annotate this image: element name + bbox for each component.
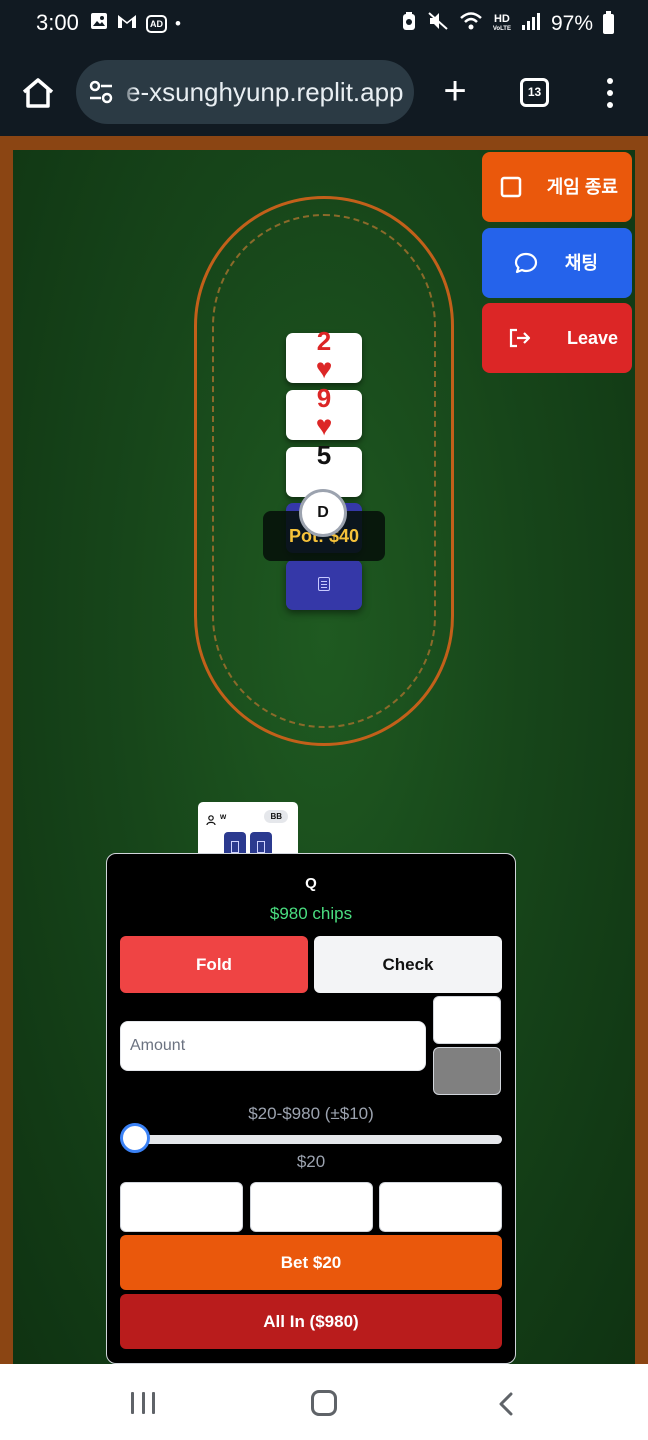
browser-toolbar: e-xsunghyunp.replit.app + 13 [0,50,648,136]
wifi-icon [459,11,483,36]
face-down-card [286,560,362,610]
dot-icon: • [175,13,181,33]
current-player-name: Q [305,875,317,892]
mute-icon [427,11,449,36]
more-menu-icon[interactable] [600,78,620,108]
preset-bet-button[interactable] [250,1182,373,1232]
leave-label: Leave [566,328,618,348]
bet-button[interactable]: Bet $20 [120,1235,502,1290]
community-card: 9 ♥ [286,383,362,441]
battery-percent: 97% [550,11,593,35]
amount-decrease-button[interactable] [433,1047,501,1095]
blind-badge: BB [264,810,288,823]
site-settings-icon[interactable] [88,80,114,104]
hd-voice-icon: HD VoLTE [492,12,511,32]
chat-button[interactable]: 채팅 [482,228,632,298]
url-text[interactable]: e-xsunghyunp.replit.app [126,77,404,108]
address-bar[interactable]: e-xsunghyunp.replit.app [76,60,414,124]
status-bar: 3:00 AD • HD VoLTE 97% [0,0,648,50]
home-icon[interactable] [20,76,56,110]
android-nav-bar [0,1364,648,1440]
preset-bet-button[interactable] [120,1182,243,1232]
square-icon [500,176,522,198]
fold-button[interactable]: Fold [120,936,308,993]
poker-game: 2 ♥ 9 ♥ 5 Pot: $40 D 게임 종료 채팅 Leave w BB… [0,136,648,1364]
card-suit: ♥ [315,410,333,441]
chat-label: 채팅 [564,253,598,273]
recycle-icon [401,11,417,36]
card-rank: 5 [316,440,332,470]
bet-slider-track[interactable] [123,1135,502,1144]
gallery-icon [90,12,108,35]
seat-player-name: w [220,812,227,821]
community-card: 2 ♥ [286,326,362,384]
leave-button[interactable]: Leave [482,303,632,373]
logout-icon [508,327,531,349]
bet-range-label: $20-$980 (±$10) [248,1104,374,1123]
action-panel: Q $980 chips Fold Check $20-$980 (±$10) … [106,853,516,1364]
bet-current-value: $20 [296,1152,326,1171]
back-icon[interactable] [496,1392,516,1416]
status-time: 3:00 [36,10,79,35]
amount-increase-button[interactable] [433,996,501,1044]
card-suit: ♥ [315,353,333,384]
check-button[interactable]: Check [314,936,502,993]
dealer-button: D [299,489,347,537]
battery-icon [603,10,614,34]
gmail-icon [116,12,138,35]
preset-bet-button[interactable] [379,1182,502,1232]
end-game-button[interactable]: 게임 종료 [482,152,632,222]
card-back-icon [318,577,330,591]
system-icons: HD VoLTE 97% [401,10,614,36]
home-nav-icon[interactable] [311,1390,337,1416]
user-icon [206,812,216,826]
bet-slider-thumb[interactable] [120,1123,150,1153]
tab-switcher-button[interactable]: 13 [520,78,549,107]
recent-apps-icon[interactable] [131,1392,155,1414]
chip-count: $980 chips [269,904,353,923]
all-in-button[interactable]: All In ($980) [120,1294,502,1349]
new-tab-icon[interactable]: + [440,71,470,111]
signal-icon [521,11,541,36]
end-game-label: 게임 종료 [546,177,618,197]
bet-amount-input[interactable] [120,1021,426,1071]
chat-bubble-icon [514,252,538,274]
notification-icons: AD • [90,12,181,35]
ad-blocker-icon: AD [146,14,167,33]
